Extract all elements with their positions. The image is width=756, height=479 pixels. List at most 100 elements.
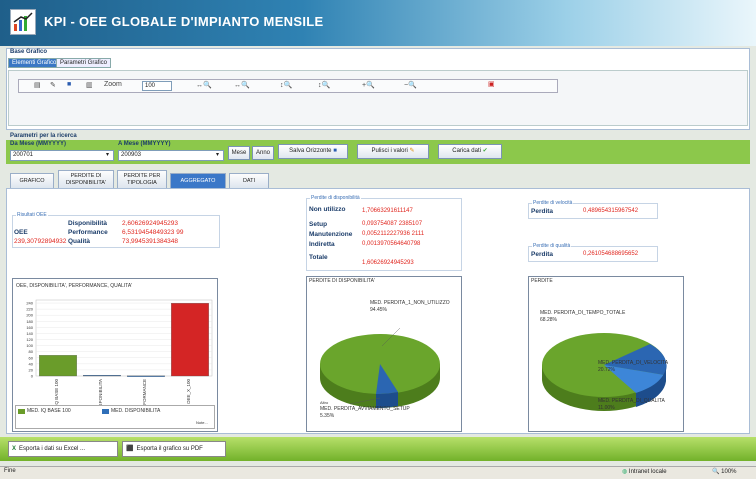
zoom-v-in-icon[interactable]: ↕🔍 [280, 81, 292, 89]
zoom-glass-icon: 🔍 [712, 469, 720, 475]
bar-chart-title: OEE, DISPONIBILITA', PERFORMANCE, QUALIT… [16, 283, 133, 289]
tab-perdite-disponibilita[interactable]: PERDITE DI DISPONIBILITA' [58, 170, 114, 188]
status-zone: ◍ Intranet locale [622, 468, 667, 475]
y-tick-label: 0 [31, 374, 34, 379]
print-icon[interactable]: ▥ [86, 81, 93, 89]
app-logo [10, 9, 36, 35]
legend-item-1: MED. IQ BASE 100 [27, 408, 71, 414]
pie2-pct-2: 20.72% [598, 367, 615, 373]
oee-label: OEE [14, 229, 28, 236]
chevron-down-icon[interactable]: ▾ [106, 151, 109, 158]
bar [83, 375, 121, 377]
indiretta-value: 0,0013970564640798 [362, 241, 421, 247]
pie2-label-2: MED. PERDITA_DI_VELOCITA [598, 360, 669, 366]
setup-value: 0,093754087 2385107 [362, 221, 423, 227]
y-tick-label: 80 [29, 349, 34, 354]
speed-loss-value: 0,489654315967542 [583, 208, 639, 214]
pie2-label-1: MED. PERDITA_DI_TEMPO_TOTALE [540, 310, 626, 316]
qualita-value: 73,9945391384348 [122, 238, 179, 245]
load-label: Carica dati [452, 148, 481, 154]
y-tick-label: 160 [26, 325, 33, 330]
speed-loss-label: Perdita [531, 208, 554, 215]
pie-chart-1 [320, 327, 440, 409]
y-tick-label: 220 [26, 307, 33, 312]
save-icon[interactable]: ■ [67, 81, 71, 88]
pie1-top-pct: 94.45% [370, 307, 387, 313]
quality-loss-label: Perdita [531, 251, 554, 258]
main-tabs: GRAFICO PERDITE DI DISPONIBILITA' PERDIT… [6, 170, 750, 188]
manutenzione-value: 0,0052112227936 2111 [362, 231, 425, 237]
save-horizon-button[interactable]: Salva Orizzonte ■ [278, 144, 348, 159]
legend-swatch-blue [102, 409, 109, 414]
pie2-label-3: MED. PERDITA_DI_QUALITA [598, 398, 665, 404]
legend-swatch-green [18, 409, 25, 414]
export-pdf-button[interactable]: ⬛ Esporta il grafico su PDF [122, 441, 226, 457]
zoom-h-out-icon[interactable]: ↔🔍 [234, 81, 250, 89]
pdf-icon: ⬛ [126, 446, 134, 452]
disponibilita-value: 2,60626924945293 [122, 220, 179, 227]
zoom-input[interactable]: 100 [142, 81, 172, 91]
x-tick-label: OEE_X_100 [186, 379, 191, 405]
page-title: KPI - OEE GLOBALE D'IMPIANTO MENSILE [44, 14, 324, 29]
y-tick-label: 180 [26, 319, 33, 324]
status-text: Fine [4, 468, 16, 474]
mese-button[interactable]: Mese [228, 146, 250, 160]
clear-values-button[interactable]: Pulisci i valori ✎ [357, 144, 429, 159]
export-excel-label: Esporta i dati su Excel ... [19, 446, 86, 452]
zoom-out-icon[interactable]: −🔍 [404, 81, 417, 89]
search-title: Parametri per la ricerca [10, 133, 77, 139]
performance-label: Performance [68, 229, 108, 236]
export-excel-button[interactable]: X Esporta i dati su Excel ... [8, 441, 118, 457]
y-tick-label: 120 [26, 337, 33, 342]
from-label: Da Mese (MMYYYY) [10, 141, 67, 147]
indiretta-label: Indiretta [309, 241, 335, 248]
pie2-pct-3: 11.00% [598, 405, 615, 411]
excel-icon: X [12, 446, 17, 452]
zoom-in-icon[interactable]: +🔍 [362, 81, 375, 89]
from-month-select[interactable]: 200701 [10, 150, 114, 161]
zone-label: Intranet locale [628, 469, 667, 475]
y-tick-label: 60 [29, 355, 34, 360]
pie-chart-2-title: PERDITE [531, 278, 553, 284]
totale-value: 1,60626924945293 [362, 260, 414, 266]
tab-parametri-grafico[interactable]: Parametri Grafico [56, 58, 112, 68]
eraser-icon: ✎ [409, 148, 415, 154]
globe-icon: ◍ [622, 469, 628, 475]
tab-perdite-tipologia[interactable]: PERDITE PER TIPOLOGIA [117, 170, 167, 188]
totale-label: Totale [309, 254, 328, 261]
y-tick-label: 240 [26, 301, 33, 306]
chevron-down-icon[interactable]: ▾ [216, 151, 219, 158]
tab-grafico[interactable]: GRAFICO [10, 173, 54, 188]
to-label: A Mese (MMYYYY) [118, 141, 171, 147]
tab-elementi-grafico[interactable]: Elementi Grafico [8, 58, 61, 68]
non-utilizzo-value: 1,70663291611147 [362, 208, 413, 214]
speed-losses-legend: Perdite di velocità [532, 200, 574, 206]
save-icon: ■ [333, 148, 337, 154]
y-tick-label: 40 [29, 361, 34, 366]
to-month-select[interactable]: 200903 [118, 150, 224, 161]
y-tick-label: 20 [29, 367, 34, 372]
edit-icon[interactable]: ✎ [50, 81, 56, 89]
load-data-button[interactable]: Carica dati ✔ [438, 144, 502, 159]
status-zoom[interactable]: 🔍 100% [712, 468, 737, 475]
tab-dati[interactable]: DATI [229, 173, 269, 188]
pie2-pct-1: 68.28% [540, 317, 557, 323]
x-tick-label: IQ BASE 100 [54, 379, 59, 406]
y-tick-label: 100 [26, 343, 33, 348]
pie1-bottom-label: MED. PERDITA_AVVIAMENTO_SETUP [320, 406, 410, 412]
non-utilizzo-label: Non utilizzo [309, 206, 346, 213]
y-tick-label: 200 [26, 313, 33, 318]
legend-note: Note... [196, 420, 208, 425]
manutenzione-label: Manutenzione [309, 231, 353, 238]
reset-icon[interactable]: ▣ [488, 80, 495, 88]
pie1-top-label: MED. PERDITA_1_NON_UTILIZZO [370, 300, 450, 306]
qualita-label: Qualità [68, 238, 91, 245]
tab-aggregato[interactable]: AGGREGATO [170, 173, 226, 188]
page-icon[interactable]: ▤ [34, 81, 41, 89]
oee-results-legend: Risultati OEE [16, 212, 48, 218]
zoom-h-in-icon[interactable]: ↔🔍 [196, 81, 212, 89]
availability-losses-legend: Perdite di disponibilità [310, 195, 361, 201]
y-tick-label: 140 [26, 331, 33, 336]
zoom-v-out-icon[interactable]: ↕🔍 [318, 81, 330, 89]
anno-button[interactable]: Anno [252, 146, 274, 160]
